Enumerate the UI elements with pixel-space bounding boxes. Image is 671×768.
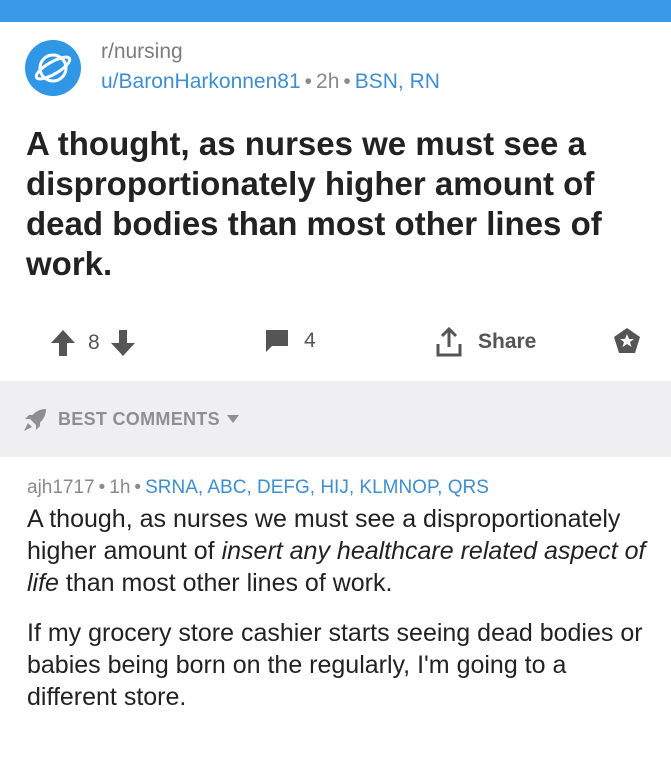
- comment-author-link[interactable]: ajh1717: [27, 477, 95, 498]
- downvote-icon[interactable]: [110, 328, 136, 358]
- app-top-bar: [0, 0, 671, 22]
- post-author-link[interactable]: u/BaronHarkonnen81: [101, 70, 301, 93]
- subreddit-avatar-icon[interactable]: [25, 40, 81, 96]
- award-icon[interactable]: [612, 326, 642, 356]
- comment-bubble-icon: [266, 330, 288, 352]
- share-icon: [436, 326, 462, 357]
- upvote-icon[interactable]: [50, 328, 76, 358]
- post-header: r/nursing u/BaronHarkonnen81 • 2h • BSN, RN: [25, 36, 645, 100]
- post-score: 8: [88, 331, 100, 354]
- post-user-flair: BSN, RN: [354, 70, 440, 93]
- meta-separator: •: [304, 70, 313, 93]
- comment-time: 1h: [109, 477, 131, 498]
- comments-count: 4: [304, 329, 316, 352]
- comments-button[interactable]: 4: [264, 328, 316, 354]
- meta-separator: •: [98, 477, 106, 498]
- share-label: Share: [478, 330, 537, 353]
- rocket-icon: [24, 409, 46, 431]
- vote-group: 8: [50, 328, 136, 358]
- comment-sort-bar[interactable]: BEST COMMENTS: [0, 381, 671, 457]
- post-actions-bar: 8 4 Share: [0, 320, 671, 368]
- comment-meta: ajh1717 • 1h • SRNA, ABC, DEFG, HIJ, KLMNOP,…: [27, 477, 647, 499]
- share-button[interactable]: Share: [434, 326, 536, 358]
- comment: ajh1717 • 1h • SRNA, ABC, DEFG, HIJ, KLMNOP,…: [27, 477, 647, 731]
- subreddit-name[interactable]: r/nursing: [101, 40, 183, 64]
- post-title[interactable]: A thought, as nurses we must see a dispr…: [26, 124, 646, 284]
- chevron-down-icon: [226, 415, 239, 423]
- comment-paragraph: If my grocery store cashier starts seein…: [27, 619, 643, 711]
- sort-label: BEST COMMENTS: [58, 408, 220, 429]
- comment-paragraph: A though, as nurses we must see a dispro…: [27, 505, 646, 597]
- comment-body: A though, as nurses we must see a dispro…: [27, 503, 647, 713]
- meta-separator: •: [343, 70, 351, 93]
- comment-user-flair: SRNA, ABC, DEFG, HIJ, KLMNOP, QRS: [145, 477, 489, 498]
- meta-separator: •: [134, 477, 142, 498]
- post-meta: u/BaronHarkonnen81 • 2h • BSN, RN: [101, 70, 440, 94]
- post-time: 2h: [316, 70, 340, 93]
